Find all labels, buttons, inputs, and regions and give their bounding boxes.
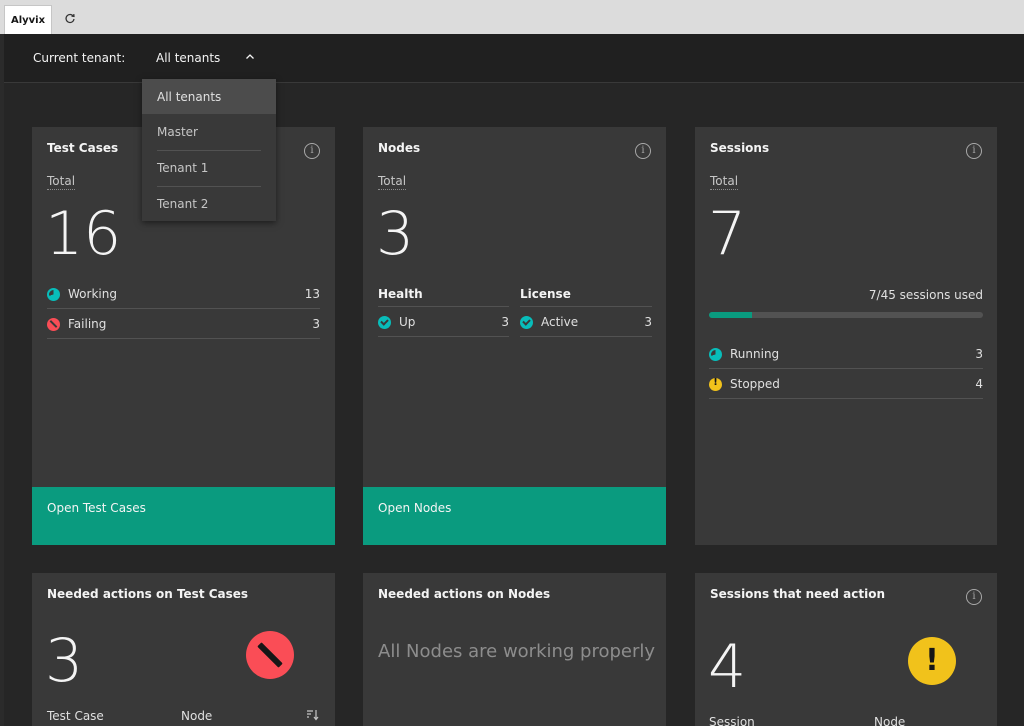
column-header-test-case[interactable]: Test Case bbox=[47, 709, 104, 723]
health-row-up: Up 3 bbox=[378, 308, 509, 337]
needed-actions-nodes-card: Needed actions on Nodes All Nodes are wo… bbox=[363, 573, 666, 726]
tenant-bar: Current tenant: All tenants bbox=[4, 34, 1024, 83]
card-title: Needed actions on Test Cases bbox=[47, 587, 249, 601]
nodes-ok-message: All Nodes are working properly bbox=[378, 641, 656, 662]
action-label: Open Nodes bbox=[378, 501, 452, 515]
browser-tab[interactable]: Alyvix bbox=[4, 5, 52, 34]
status-label: Up bbox=[399, 315, 416, 329]
status-label: Failing bbox=[68, 317, 107, 331]
tenant-dropdown-menu: All tenants Master Tenant 1 Tenant 2 bbox=[142, 79, 276, 221]
status-count: 13 bbox=[304, 287, 320, 301]
license-heading: License bbox=[520, 287, 571, 301]
status-label: Running bbox=[730, 347, 780, 361]
sessions-usage-text: 7/45 sessions used bbox=[868, 288, 983, 302]
failing-icon bbox=[246, 631, 294, 679]
sessions-need-action-card: Sessions that need action i 4 ! Session … bbox=[695, 573, 997, 726]
nodes-card: Nodes i Total 3 Health License Up 3 Acti… bbox=[363, 127, 666, 545]
status-count: 3 bbox=[975, 347, 983, 361]
card-title: Needed actions on Nodes bbox=[378, 587, 551, 601]
status-count: 3 bbox=[644, 315, 652, 329]
check-icon bbox=[520, 316, 533, 329]
total-label: Total bbox=[710, 174, 739, 190]
card-title: Sessions bbox=[710, 141, 770, 155]
sort-icon[interactable] bbox=[306, 709, 320, 724]
status-label: Stopped bbox=[730, 377, 780, 391]
status-count: 3 bbox=[312, 317, 320, 331]
open-nodes-button[interactable]: Open Nodes bbox=[363, 487, 666, 545]
health-heading: Health bbox=[378, 287, 423, 301]
running-icon bbox=[709, 348, 722, 361]
status-label: Working bbox=[68, 287, 117, 301]
sessions-total: 7 bbox=[708, 199, 747, 269]
column-header-node[interactable]: Node bbox=[874, 715, 905, 726]
needed-actions-test-cases-card: Needed actions on Test Cases 3 Test Case… bbox=[32, 573, 335, 726]
reload-icon[interactable] bbox=[62, 11, 78, 27]
status-row-failing: Failing 3 bbox=[47, 310, 320, 339]
status-row-working: Working 13 bbox=[47, 280, 320, 309]
sessions-action-count: 4 bbox=[708, 632, 747, 702]
total-label: Total bbox=[378, 174, 407, 190]
info-icon[interactable]: i bbox=[966, 143, 982, 159]
column-header-node[interactable]: Node bbox=[181, 709, 212, 723]
card-title: Nodes bbox=[378, 141, 421, 155]
status-row-stopped: Stopped 4 bbox=[709, 370, 983, 399]
info-icon[interactable]: i bbox=[635, 143, 651, 159]
warning-icon bbox=[709, 377, 722, 391]
card-title: Sessions that need action bbox=[710, 587, 886, 601]
total-label: Total bbox=[47, 174, 76, 190]
status-row-running: Running 3 bbox=[709, 340, 983, 369]
working-icon bbox=[47, 288, 60, 301]
browser-tab-strip: Alyvix bbox=[0, 0, 1024, 34]
status-label: Active bbox=[541, 315, 579, 329]
info-icon[interactable]: i bbox=[966, 589, 982, 605]
divider bbox=[378, 306, 509, 307]
sessions-card: Sessions i Total 7 7/45 sessions used Ru… bbox=[695, 127, 997, 545]
open-test-cases-button[interactable]: Open Test Cases bbox=[32, 487, 335, 545]
dropdown-option-master[interactable]: Master bbox=[142, 114, 276, 150]
check-icon bbox=[378, 316, 391, 329]
license-row-active: Active 3 bbox=[520, 308, 652, 337]
dropdown-option-all-tenants[interactable]: All tenants bbox=[142, 79, 276, 114]
sessions-usage-fill bbox=[709, 312, 752, 318]
failing-icon bbox=[47, 318, 60, 331]
test-cases-total: 16 bbox=[45, 199, 122, 269]
card-title: Test Cases bbox=[47, 141, 119, 155]
dropdown-option-tenant-2[interactable]: Tenant 2 bbox=[142, 186, 276, 222]
column-header-session[interactable]: Session bbox=[709, 715, 755, 726]
warning-icon: ! bbox=[908, 637, 956, 685]
nodes-total: 3 bbox=[376, 199, 415, 269]
app-frame: Current tenant: All tenants All tenants … bbox=[4, 34, 1024, 726]
sessions-usage-bar bbox=[709, 312, 983, 318]
tenant-select[interactable]: All tenants bbox=[156, 51, 220, 65]
chevron-up-icon[interactable] bbox=[244, 51, 258, 65]
divider bbox=[520, 306, 652, 307]
dropdown-option-tenant-1[interactable]: Tenant 1 bbox=[142, 150, 276, 186]
status-count: 3 bbox=[501, 315, 509, 329]
needed-actions-count: 3 bbox=[45, 626, 84, 696]
tenant-label: Current tenant: bbox=[33, 51, 126, 65]
action-label: Open Test Cases bbox=[47, 501, 146, 515]
info-icon[interactable]: i bbox=[304, 143, 320, 159]
status-count: 4 bbox=[975, 377, 983, 391]
